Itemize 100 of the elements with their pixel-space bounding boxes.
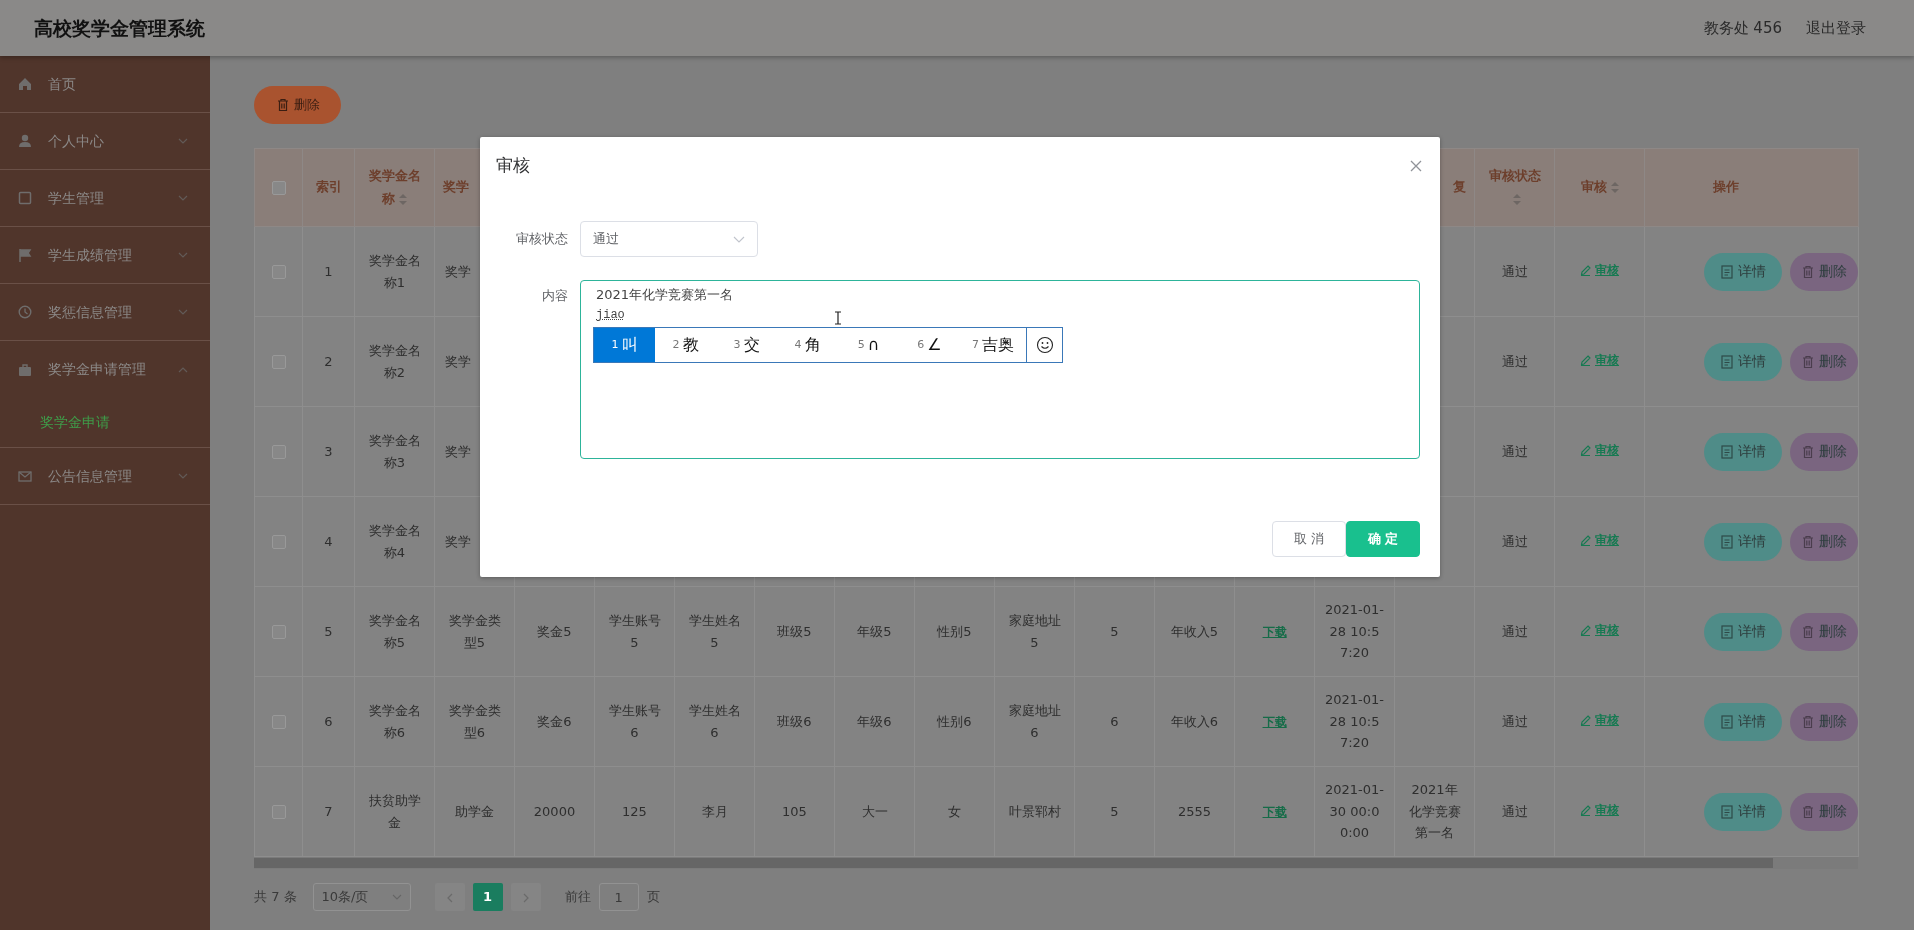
cancel-button[interactable]: 取 消 [1272,521,1346,557]
page-size-select[interactable]: 10条/页 [312,883,411,911]
detail-button[interactable]: 详情 [1704,612,1782,651]
table-cell: 班级6 [777,713,812,729]
document-icon [1720,444,1734,459]
table-cell: 性别6 [937,713,972,729]
status-select[interactable]: 通过 [580,221,758,257]
pencil-icon [1580,264,1591,276]
trash-icon [1801,804,1815,819]
sidebar-item[interactable]: 奖惩信息管理 [0,284,210,341]
confirm-button[interactable]: 确 定 [1346,521,1420,557]
text-cursor-icon [834,311,842,325]
close-icon [1410,159,1422,172]
table-cell: 奖金6 [537,713,572,729]
clock-icon [18,305,32,319]
table-cell: 奖学金名称1 [368,253,421,290]
briefcase-icon [18,362,32,377]
download-link[interactable]: 下载 [1262,714,1287,729]
table-cell: 奖学 [445,353,471,369]
submenu-item[interactable]: 奖学金申请 [0,398,210,448]
sidebar-item[interactable]: 首页 [0,56,210,113]
delete-button[interactable]: 删除 [1790,252,1858,291]
table-cell: 6 [1110,713,1119,729]
detail-button[interactable]: 详情 [1704,252,1782,291]
logout-link[interactable]: 退出登录 [1806,16,1866,40]
download-link[interactable]: 下载 [1262,804,1287,819]
table-cell: 奖学金类型6 [448,703,501,740]
delete-button[interactable]: 删除 [1790,522,1858,561]
table-cell: 奖学金名称4 [368,523,421,560]
ime-candidate[interactable]: 2 教 [655,328,716,362]
delete-button[interactable]: 删除 [1790,432,1858,471]
previous-page-button[interactable] [434,883,465,911]
table-cell: 奖学 [445,533,471,549]
sidebar-item[interactable]: 奖学金申请管理 [0,341,210,398]
table-cell: 家庭地址6 [1008,703,1061,740]
delete-button[interactable]: 删除 [1790,612,1858,651]
table-cell: 通过 [1501,533,1528,549]
detail-button[interactable]: 详情 [1704,522,1782,561]
sidebar-item[interactable]: 公告信息管理 [0,448,210,505]
table-cell: 7 [324,803,333,819]
ime-candidate[interactable]: 3 交 [716,328,777,362]
table-cell: 2021-01-28 10:57:20 [1325,692,1384,751]
ime-candidate[interactable]: 7 吉奥 [960,328,1026,362]
table-cell: 2021-01-28 10:57:20 [1325,602,1384,661]
table-cell: 年收入6 [1170,713,1219,729]
delete-button[interactable]: 删除 [254,86,341,124]
delete-button[interactable]: 删除 [1790,792,1858,831]
table-cell: 学生账号6 [608,703,661,740]
ime-candidate[interactable]: 5 ∩ [838,328,899,362]
ime-candidate[interactable]: 6 ∠ [899,328,960,362]
page-button[interactable]: 1 [472,883,503,911]
sidebar-item[interactable]: 学生成绩管理 [0,227,210,284]
table-cell: 奖学金名称6 [368,703,421,740]
trash-icon [1801,264,1815,279]
detail-button[interactable]: 详情 [1704,342,1782,381]
home-icon [18,77,32,91]
trash-icon [1801,534,1815,549]
table-cell: 通过 [1501,353,1528,369]
table-cell: 通过 [1501,443,1528,459]
table-cell: 1 [324,263,333,279]
horizontal-scrollbar[interactable] [254,857,1858,869]
ime-candidate[interactable]: 4 角 [777,328,838,362]
pencil-icon [1580,354,1591,366]
next-page-button[interactable] [510,883,541,911]
table-cell: 女 [948,803,961,819]
column-header[interactable]: 操作 [1653,176,1798,199]
square-icon [18,191,32,205]
table-cell: 性别5 [937,623,972,639]
sidebar-item[interactable]: 个人中心 [0,113,210,170]
ime-candidate[interactable]: 1 叫 [594,328,655,362]
table-cell: 扶贫助学金 [368,793,421,830]
download-link[interactable]: 下载 [1262,624,1287,639]
user-icon [18,134,32,148]
trash-icon [1801,444,1815,459]
table-cell: 奖学金名称3 [368,433,421,470]
column-header[interactable]: 索引 [311,176,346,199]
detail-button[interactable]: 详情 [1704,792,1782,831]
table-cell: 2021-01-30 00:00:00 [1325,782,1384,841]
table-cell: 105 [782,803,807,819]
flag-icon [18,248,32,262]
table-cell: 奖学 [445,263,471,279]
select-all-checkbox[interactable] [271,180,286,195]
pencil-icon [1580,624,1591,636]
dialog-title: 审核 [496,154,530,177]
document-icon [1720,714,1734,729]
table-cell: 4 [324,533,333,549]
envelope-icon [18,469,32,483]
table-cell: 2 [324,353,333,369]
detail-button[interactable]: 详情 [1704,432,1782,471]
table-cell: 学生姓名6 [688,703,741,740]
chevron-icon [391,894,402,900]
page-input[interactable]: 1 [598,883,639,911]
delete-button[interactable]: 删除 [1790,342,1858,381]
pencil-icon [1580,714,1591,726]
trash-icon [1801,714,1815,729]
table-cell: 5 [324,623,333,639]
table-cell: 125 [622,803,647,819]
sidebar-item[interactable]: 学生管理 [0,170,210,227]
detail-button[interactable]: 详情 [1704,702,1782,741]
delete-button[interactable]: 删除 [1790,702,1858,741]
